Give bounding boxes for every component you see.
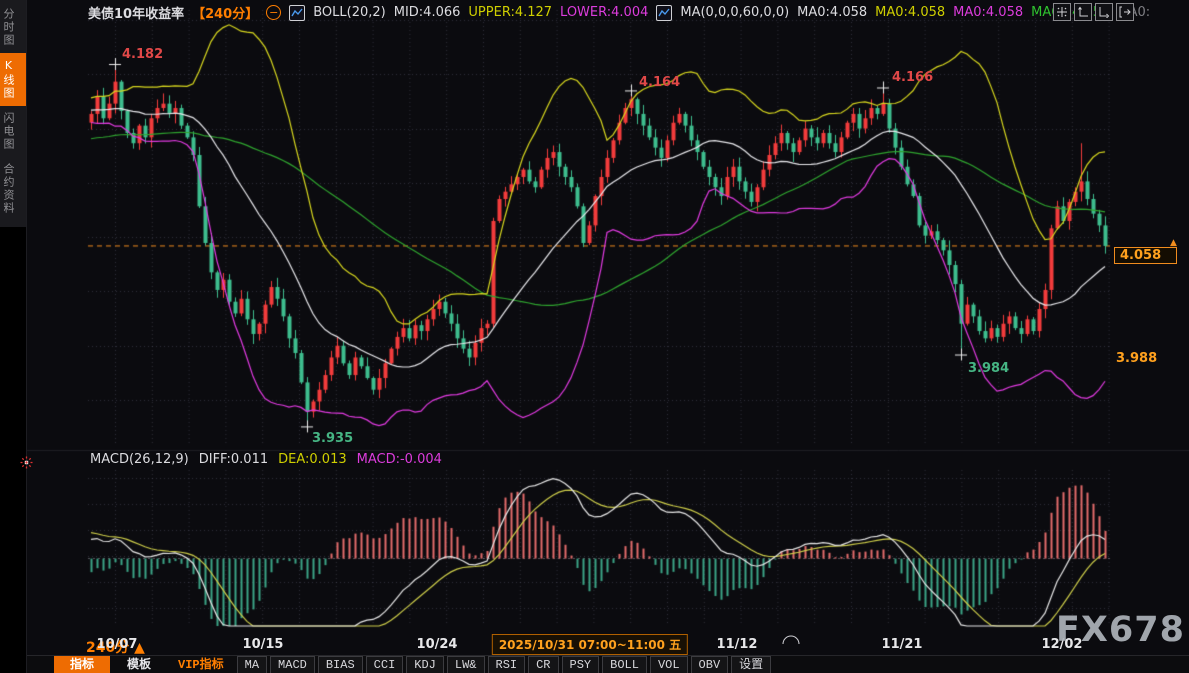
toolbar-item-CCI[interactable]: CCI: [366, 656, 404, 673]
chart-header: 美债10年收益率 【240分】 − BOLL(20,2) MID:4.066 U…: [88, 3, 1150, 22]
macd-params: MACD(26,12,9): [90, 452, 189, 467]
toolbar-item-MACD[interactable]: MACD: [270, 656, 315, 673]
chart-canvas[interactable]: [0, 0, 1189, 673]
live-indicator-icon: [19, 455, 34, 474]
period-label: 【240分】: [192, 3, 258, 22]
date-label: 10/24: [417, 637, 458, 652]
sidebar-tab-3[interactable]: 合约资料: [0, 157, 26, 221]
ma-legend-icon[interactable]: [656, 5, 672, 21]
extreme-price-annotation: 3.984: [968, 361, 1009, 376]
boll-params: BOLL(20,2): [313, 5, 386, 20]
toolbar-item-设置[interactable]: 设置: [731, 656, 771, 673]
macd-bar-value: MACD:-0.004: [357, 452, 442, 467]
ma0-white-value: MA0:4.058: [797, 5, 867, 20]
boll-upper-value: UPPER:4.127: [468, 5, 552, 20]
crosshair-tool-icon[interactable]: [1053, 3, 1071, 21]
macd-dea-value: DEA:0.013: [278, 452, 347, 467]
panel-collapse-handle[interactable]: [782, 629, 800, 648]
toolbar-item-模板[interactable]: 模板: [113, 656, 165, 673]
selected-bar-info: 2025/10/31 07:00~11:00 五: [492, 634, 688, 655]
trading-app-window: 分时图K线图闪电图合约资料 美债10年收益率 【240分】 − BOLL(20,…: [0, 0, 1189, 673]
y-axis-scale-icon[interactable]: [1074, 3, 1092, 21]
toolbar-item-CR[interactable]: CR: [528, 656, 558, 673]
watermark: FX678: [1056, 610, 1185, 650]
toolbar-item-OBV[interactable]: OBV: [691, 656, 729, 673]
extreme-price-annotation: 4.164: [639, 75, 680, 90]
sidebar: 分时图K线图闪电图合约资料: [0, 0, 27, 673]
current-price-tag: 4.058: [1114, 247, 1177, 264]
instrument-title: 美债10年收益率: [88, 3, 184, 22]
ma-params: MA(0,0,0,60,0,0): [680, 5, 789, 20]
extreme-price-annotation: 3.935: [312, 431, 353, 446]
sidebar-tab-1[interactable]: K线图: [0, 53, 26, 106]
toolbar-item-VIP指标[interactable]: VIP指标: [168, 656, 234, 673]
extreme-price-annotation: 4.182: [122, 47, 163, 62]
sidebar-tabs: 分时图K线图闪电图合约资料: [0, 0, 26, 227]
boll-lower-value: LOWER:4.004: [560, 5, 648, 20]
date-label: 10/15: [243, 637, 284, 652]
date-label: 11/12: [717, 637, 758, 652]
toolbar-item-PSY[interactable]: PSY: [562, 656, 600, 673]
toolbar-item-MA[interactable]: MA: [237, 656, 267, 673]
toolbar-item-BIAS[interactable]: BIAS: [318, 656, 363, 673]
x-axis-scale-icon[interactable]: [1095, 3, 1113, 21]
toolbar-item-BOLL[interactable]: BOLL: [602, 656, 647, 673]
macd-header: MACD(26,12,9) DIFF:0.011 DEA:0.013 MACD:…: [90, 452, 442, 467]
boll-mid-value: MID:4.066: [394, 5, 461, 20]
minus-circle-icon[interactable]: −: [266, 5, 281, 20]
sidebar-tab-2[interactable]: 闪电图: [0, 106, 26, 157]
toolbar-item-指标[interactable]: 指标: [54, 656, 110, 673]
toolbar-item-LW&[interactable]: LW&: [447, 656, 485, 673]
extreme-price-annotation: 4.166: [892, 70, 933, 85]
toolbar-item-VOL[interactable]: VOL: [650, 656, 688, 673]
reference-price-label: 3.988: [1116, 351, 1157, 366]
date-label: 10/07: [97, 637, 138, 652]
pan-right-icon[interactable]: [1116, 3, 1134, 21]
sidebar-tab-0[interactable]: 分时图: [0, 2, 26, 53]
boll-legend-icon[interactable]: [289, 5, 305, 21]
toolbar-item-KDJ[interactable]: KDJ: [406, 656, 444, 673]
ma0-yellow-value: MA0:4.058: [875, 5, 945, 20]
indicator-toolbar: 指标模板VIP指标MAMACDBIASCCIKDJLW&RSICRPSYBOLL…: [54, 656, 771, 673]
ma0-magenta-value: MA0:4.058: [953, 5, 1023, 20]
chart-tool-icons: [1053, 3, 1134, 21]
macd-diff-value: DIFF:0.011: [199, 452, 268, 467]
toolbar-item-RSI[interactable]: RSI: [488, 656, 526, 673]
date-label: 11/21: [882, 637, 923, 652]
